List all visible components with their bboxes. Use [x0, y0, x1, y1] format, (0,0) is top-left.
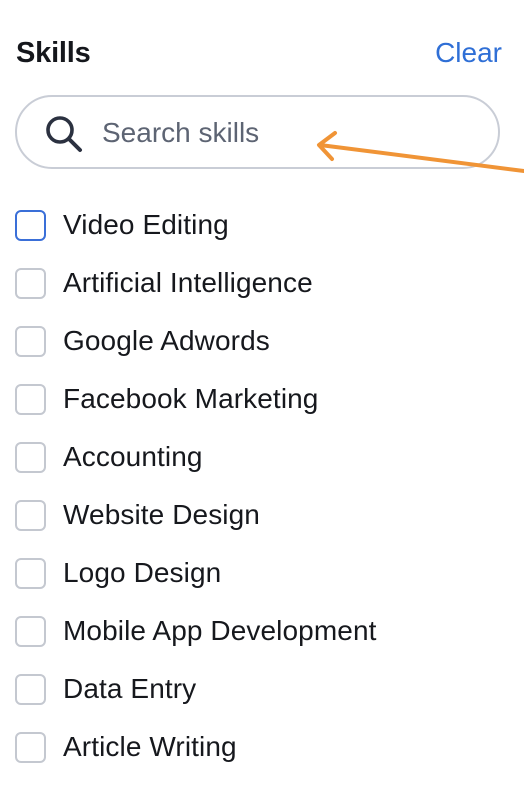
- skill-option[interactable]: Artificial Intelligence: [0, 254, 524, 312]
- skill-option[interactable]: Article Writing: [0, 718, 524, 776]
- skill-option[interactable]: Website Design: [0, 486, 524, 544]
- skill-label: Accounting: [63, 441, 203, 472]
- skill-label: Artificial Intelligence: [63, 267, 313, 298]
- skill-checkbox[interactable]: [15, 615, 46, 647]
- skill-option[interactable]: Logo Design: [0, 544, 524, 602]
- skills-header: Skills Clear: [16, 30, 502, 76]
- skill-checkbox[interactable]: [15, 209, 46, 241]
- skill-checkbox[interactable]: [15, 557, 46, 589]
- skill-checkbox[interactable]: [15, 267, 46, 299]
- search-icon: [46, 116, 82, 152]
- skill-option[interactable]: Facebook Marketing: [0, 370, 524, 428]
- skill-checkbox[interactable]: [15, 325, 46, 357]
- skill-checkbox[interactable]: [15, 499, 46, 531]
- skill-option[interactable]: Google Adwords: [0, 312, 524, 370]
- skill-label: Mobile App Development: [63, 615, 377, 646]
- skill-label: Website Design: [63, 499, 260, 530]
- skill-checkbox[interactable]: [15, 673, 46, 705]
- skill-option[interactable]: Video Editing: [0, 196, 524, 254]
- skill-option[interactable]: Mobile App Development: [0, 602, 524, 660]
- skill-checkbox[interactable]: [15, 731, 46, 763]
- skill-checkbox[interactable]: [15, 383, 46, 415]
- skill-label: Data Entry: [63, 673, 197, 704]
- skill-label: Facebook Marketing: [63, 383, 319, 414]
- skill-label: Article Writing: [63, 731, 237, 762]
- skill-option[interactable]: Data Entry: [0, 660, 524, 718]
- skills-list: Video Editing Artificial Intelligence Goog…: [0, 196, 524, 776]
- skill-option[interactable]: Accounting: [0, 428, 524, 486]
- search-input[interactable]: [102, 111, 472, 155]
- page-title: Skills: [16, 36, 91, 69]
- clear-button[interactable]: Clear: [435, 37, 502, 69]
- skill-label: Video Editing: [63, 209, 229, 240]
- search-field[interactable]: [15, 95, 500, 169]
- skill-label: Google Adwords: [63, 325, 270, 356]
- skill-label: Logo Design: [63, 557, 222, 588]
- skill-checkbox[interactable]: [15, 441, 46, 473]
